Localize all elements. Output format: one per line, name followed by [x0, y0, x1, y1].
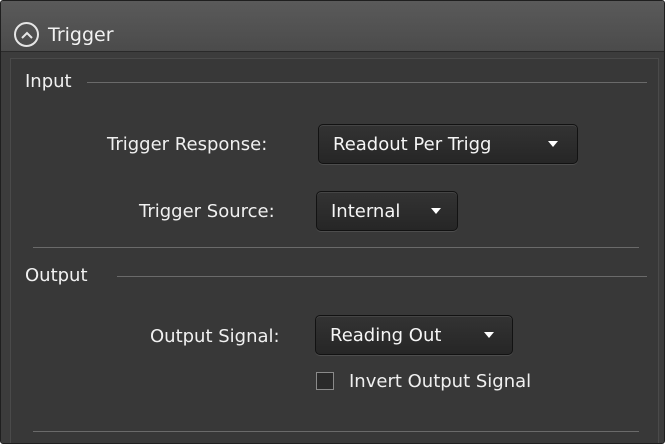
output-signal-label: Output Signal: — [150, 326, 280, 347]
collapse-button[interactable] — [14, 22, 39, 47]
input-section-title: Input — [25, 71, 72, 92]
invert-output-checkbox[interactable] — [316, 372, 334, 390]
chevron-down-icon — [431, 208, 441, 214]
chevron-up-icon — [20, 31, 33, 39]
trigger-source-label: Trigger Source: — [139, 201, 275, 222]
input-section-rule — [87, 82, 647, 83]
panel-header[interactable]: Trigger — [1, 1, 664, 52]
panel-title: Trigger — [48, 24, 114, 46]
output-section-rule — [117, 276, 647, 277]
trigger-panel: Trigger Input Trigger Response: Readout … — [0, 0, 665, 444]
invert-output-label[interactable]: Invert Output Signal — [349, 370, 531, 394]
trigger-source-value: Internal — [331, 201, 401, 222]
trigger-source-dropdown[interactable]: Internal — [316, 191, 458, 231]
bottom-divider — [33, 431, 639, 432]
chevron-down-icon — [548, 141, 558, 147]
trigger-response-label: Trigger Response: — [107, 134, 268, 155]
output-signal-dropdown[interactable]: Reading Out — [315, 315, 513, 355]
output-signal-value: Reading Out — [330, 325, 442, 346]
panel-content: Input Trigger Response: Readout Per Trig… — [10, 58, 659, 443]
trigger-response-dropdown[interactable]: Readout Per Trigg — [318, 124, 578, 164]
section-divider — [33, 247, 639, 248]
trigger-response-value: Readout Per Trigg — [333, 134, 492, 155]
output-section-title: Output — [25, 265, 88, 286]
chevron-down-icon — [484, 332, 494, 338]
